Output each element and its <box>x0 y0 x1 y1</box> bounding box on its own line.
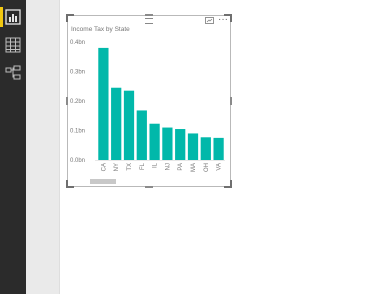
bar-pa[interactable] <box>175 129 186 160</box>
resize-handle-right[interactable] <box>230 97 232 105</box>
bar-ny[interactable] <box>111 87 122 160</box>
y-tick-label: 0.0bn <box>70 158 85 164</box>
x-tick-label: TX <box>127 163 133 171</box>
relationships-icon <box>5 65 21 80</box>
bar-fl[interactable] <box>136 110 147 160</box>
bar-oh[interactable] <box>200 137 211 160</box>
y-tick-label: 0.1bn <box>70 129 85 135</box>
model-view-button[interactable] <box>2 62 24 84</box>
x-tick-label: NY <box>114 163 120 171</box>
x-tick-label: MA <box>191 163 197 172</box>
bar-tx[interactable] <box>123 90 135 160</box>
bar-ma[interactable] <box>187 133 199 160</box>
bar-va[interactable] <box>213 137 224 161</box>
bar-nj[interactable] <box>162 127 173 160</box>
y-tick-label: 0.3bn <box>70 70 85 76</box>
table-grid-icon <box>5 37 21 53</box>
y-tick-label: 0.2bn <box>70 99 85 105</box>
resize-handle-bottom[interactable] <box>145 186 153 188</box>
bar-il[interactable] <box>149 123 160 160</box>
x-tick-label: OH <box>204 163 210 172</box>
bar-chart-visual[interactable]: ··· Income Tax by State 0.0bn 0.1bn 0.2bn 0… <box>66 14 232 188</box>
x-tick-label: CA <box>101 163 107 171</box>
x-tick-label: FL <box>140 162 146 170</box>
y-tick-label: 0.4bn <box>70 40 85 46</box>
report-view-button[interactable] <box>0 6 24 28</box>
x-tick-label: IL <box>153 162 159 168</box>
horizontal-scrollbar[interactable] <box>90 179 228 184</box>
left-nav-rail <box>0 0 26 294</box>
scrollbar-thumb[interactable] <box>90 179 116 184</box>
chart-plot: 0.0bn 0.1bn 0.2bn 0.3bn 0.4bn CA NY TX FL IL NJ PA M… <box>70 40 225 172</box>
x-tick-label: NJ <box>165 163 171 170</box>
bar-ca[interactable] <box>98 47 109 160</box>
data-view-button[interactable] <box>2 34 24 56</box>
x-tick-label: PA <box>178 163 184 171</box>
bar-chart-icon <box>5 9 21 25</box>
x-tick-label: VA <box>217 163 223 171</box>
